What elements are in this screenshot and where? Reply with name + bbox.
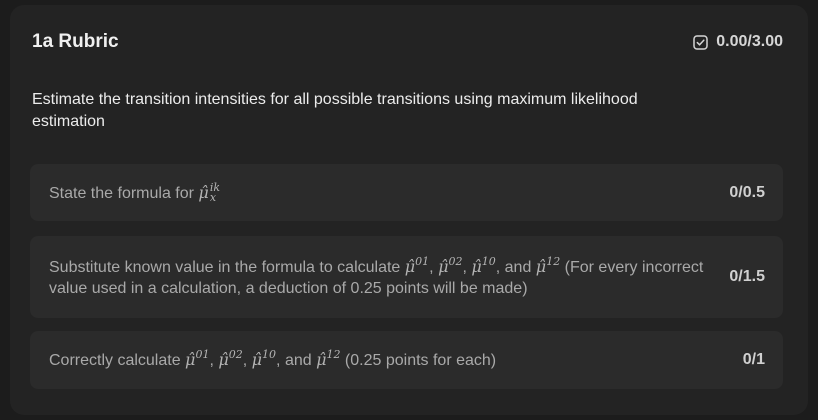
question-description: Estimate the transition intensities for … bbox=[32, 91, 638, 130]
math-formula: μ̂10 bbox=[251, 348, 277, 369]
math-formula: μ̂ ik x bbox=[198, 181, 220, 204]
rubric-item-points: 0/0.5 bbox=[729, 183, 765, 201]
math-formula: μ̂12 bbox=[316, 348, 341, 369]
math-formula: μ̂02 bbox=[218, 348, 243, 369]
rubric-item-points: 0/1 bbox=[742, 351, 765, 368]
rubric-item: State the formula for μ̂ ik x 0/0.5 bbox=[30, 164, 783, 221]
rubric-item-text: State the formula for μ̂ ik x bbox=[49, 182, 220, 204]
score-display: 0.00/3.00 bbox=[693, 33, 783, 51]
rubric-item-text: Substitute known value in the formula to… bbox=[49, 254, 704, 297]
rubric-title: 1a Rubric bbox=[32, 31, 119, 52]
math-formula: μ̂01 bbox=[404, 254, 430, 276]
math-formula: μ̂12 bbox=[535, 254, 561, 276]
checkbox-icon[interactable] bbox=[693, 34, 709, 50]
rubric-item: Correctly calculate μ̂01, μ̂02, μ̂10, an… bbox=[30, 331, 783, 389]
math-formula: μ̂02 bbox=[438, 254, 463, 276]
rubric-item-label: State the formula for bbox=[49, 184, 199, 202]
math-formula: μ̂10 bbox=[471, 254, 496, 276]
rubric-item-text: Correctly calculate μ̂01, μ̂02, μ̂10, an… bbox=[49, 348, 497, 369]
rubric-item: Substitute known value in the formula to… bbox=[30, 236, 783, 318]
math-formula: μ̂01 bbox=[185, 348, 210, 369]
rubric-header: 1a Rubric 0.00/3.00 bbox=[32, 27, 783, 57]
rubric-item-points: 0/1.5 bbox=[729, 268, 765, 285]
total-score: 0.00/3.00 bbox=[716, 33, 783, 50]
rubric-card: 1a Rubric 0.00/3.00 Estimate the transit… bbox=[10, 5, 808, 415]
